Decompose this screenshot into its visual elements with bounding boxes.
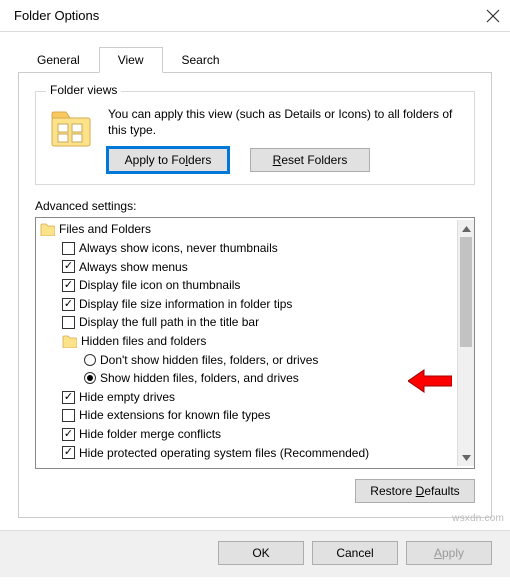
tree-label: Hide protected operating system files (R… — [79, 444, 369, 463]
option-display-file-size-tips[interactable]: ✓ Display file size information in folde… — [40, 295, 457, 314]
checkbox-icon[interactable]: ✓ — [62, 391, 75, 404]
tree-label: Always show icons, never thumbnails — [79, 239, 278, 258]
ok-button[interactable]: OK — [218, 541, 304, 565]
tree-label: Don't show hidden files, folders, or dri… — [100, 351, 318, 370]
checkbox-icon[interactable]: ✓ — [62, 298, 75, 311]
option-always-show-icons[interactable]: Always show icons, never thumbnails — [40, 239, 457, 258]
dialog-buttons: OK Cancel Apply — [0, 530, 510, 577]
tab-search[interactable]: Search — [163, 47, 239, 73]
tree-label: Display file size information in folder … — [79, 295, 292, 314]
cancel-button[interactable]: Cancel — [312, 541, 398, 565]
tree-label: Files and Folders — [59, 220, 151, 239]
tree-label: Hide folder merge conflicts — [79, 425, 221, 444]
radio-icon[interactable] — [84, 372, 96, 384]
option-hide-merge-conflicts[interactable]: ✓ Hide folder merge conflicts — [40, 425, 457, 444]
tree-folder-hidden-files: Hidden files and folders — [40, 332, 457, 351]
tab-general[interactable]: General — [18, 47, 99, 73]
tree-label: Show hidden files, folders, and drives — [100, 369, 299, 388]
restore-defaults-button[interactable]: Restore Defaults — [355, 479, 475, 503]
tree-label: Display the full path in the title bar — [79, 313, 259, 332]
option-hide-empty-drives[interactable]: ✓ Hide empty drives — [40, 388, 457, 407]
tree-label: Display file icon on thumbnails — [79, 276, 240, 295]
option-show-hidden[interactable]: Show hidden files, folders, and drives — [40, 369, 457, 388]
checkbox-icon[interactable]: ✓ — [62, 428, 75, 441]
checkbox-icon[interactable] — [62, 242, 75, 255]
tree-folder-files-and-folders: Files and Folders — [40, 220, 457, 239]
apply-button[interactable]: Apply — [406, 541, 492, 565]
window-title: Folder Options — [14, 8, 99, 23]
tab-view[interactable]: View — [99, 47, 163, 73]
option-dont-show-hidden[interactable]: Don't show hidden files, folders, or dri… — [40, 351, 457, 370]
titlebar: Folder Options — [0, 0, 510, 32]
apply-to-folders-button[interactable]: Apply to Folders — [108, 148, 228, 172]
tree-label: Always show menus — [79, 258, 188, 277]
option-hide-protected-os-files[interactable]: ✓ Hide protected operating system files … — [40, 444, 457, 463]
checkbox-icon[interactable]: ✓ — [62, 260, 75, 273]
scroll-track[interactable] — [458, 237, 474, 449]
tree-label: Hide extensions for known file types — [79, 406, 270, 425]
option-always-show-menus[interactable]: ✓ Always show menus — [40, 258, 457, 277]
folder-views-group-title: Folder views — [46, 83, 121, 97]
checkbox-icon[interactable] — [62, 409, 75, 422]
checkbox-icon[interactable] — [62, 316, 75, 329]
scroll-down-icon[interactable] — [458, 449, 474, 466]
option-display-full-path-titlebar[interactable]: Display the full path in the title bar — [40, 313, 457, 332]
close-icon[interactable] — [486, 9, 500, 23]
advanced-settings-tree: Files and Folders Always show icons, nev… — [35, 217, 475, 469]
option-hide-extensions[interactable]: Hide extensions for known file types — [40, 406, 457, 425]
option-display-file-icon-thumbnails[interactable]: ✓ Display file icon on thumbnails — [40, 276, 457, 295]
scrollbar[interactable] — [457, 220, 474, 466]
folder-icon — [62, 335, 77, 348]
reset-folders-button[interactable]: Reset Folders — [250, 148, 370, 172]
folder-views-group: Folder views You can apply this view (su… — [35, 91, 475, 185]
folder-icon — [40, 223, 55, 236]
scroll-up-icon[interactable] — [458, 220, 474, 237]
tab-strip: General View Search — [18, 46, 492, 73]
checkbox-icon[interactable]: ✓ — [62, 279, 75, 292]
view-tab-panel: Folder views You can apply this view (su… — [18, 73, 492, 518]
tree-label: Hide empty drives — [79, 388, 175, 407]
radio-icon[interactable] — [84, 354, 96, 366]
tree-label: Hidden files and folders — [81, 332, 206, 351]
checkbox-icon[interactable]: ✓ — [62, 446, 75, 459]
folder-icon — [48, 106, 94, 152]
scroll-thumb[interactable] — [460, 237, 472, 347]
watermark-text: wsxdn.com — [452, 513, 504, 524]
advanced-settings-label: Advanced settings: — [35, 199, 475, 213]
folder-views-description: You can apply this view (such as Details… — [108, 106, 462, 138]
